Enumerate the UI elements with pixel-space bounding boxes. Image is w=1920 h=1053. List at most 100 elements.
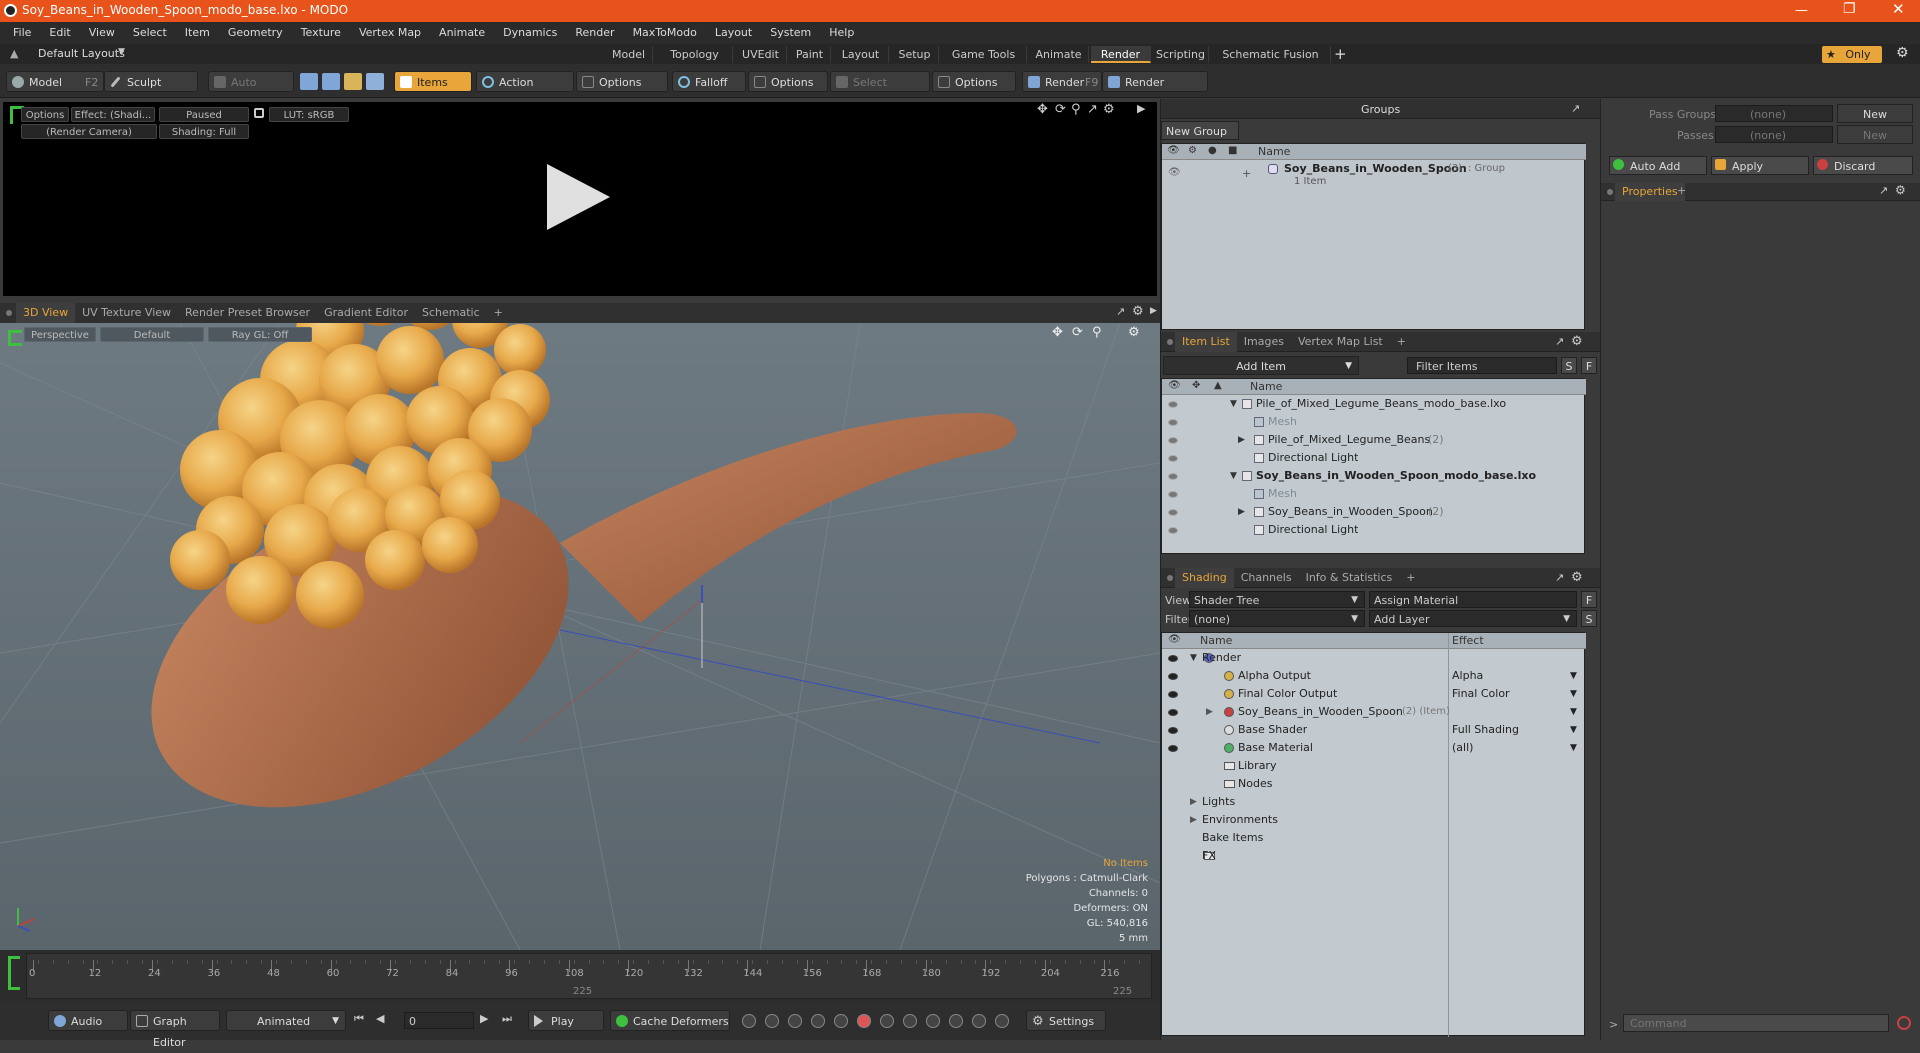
falloff-button[interactable]: Falloff (672, 71, 746, 92)
shader-effect[interactable]: Alpha (1452, 667, 1483, 685)
viewport-tab-3d-view[interactable]: 3D View (16, 303, 76, 323)
shader-tree-row[interactable]: ▶ Lights (1162, 793, 1586, 811)
item-list-tab-item-list[interactable]: Item List (1175, 332, 1237, 352)
play-button[interactable]: Play (528, 1010, 604, 1031)
shader-tree-row[interactable]: Base Shader Full Shading ▼ (1162, 721, 1586, 739)
shader-tree-row[interactable]: Bake Items (1162, 829, 1586, 847)
properties-gear-icon[interactable]: ⚙ (1895, 183, 1906, 197)
preview-lut-chip[interactable]: LUT: sRGB (269, 107, 349, 122)
audio-button[interactable]: Audio (48, 1010, 128, 1031)
shader-tree-row[interactable]: Nodes (1162, 775, 1586, 793)
item-visibility-eye-icon[interactable] (1168, 491, 1178, 498)
prev-marker-icon[interactable] (903, 1014, 917, 1028)
viewport-tab-gradient-editor[interactable]: Gradient Editor (317, 303, 415, 323)
perspective-chip[interactable]: Perspective (24, 327, 96, 342)
viewport-zoom-icon[interactable]: ⚲ (1092, 325, 1102, 340)
preview-rotate-icon[interactable]: ⟳ (1055, 102, 1066, 117)
key-icon[interactable] (834, 1014, 848, 1028)
item-list-tab-images[interactable]: Images (1237, 332, 1291, 352)
menu-item-file[interactable]: File (4, 22, 40, 44)
preview-settings-gear-icon[interactable]: ⚙ (1103, 102, 1115, 117)
shader-tree-row[interactable]: Library (1162, 757, 1586, 775)
menu-item-edit[interactable]: Edit (40, 22, 79, 44)
preview-camera-chip[interactable]: (Render Camera) (21, 124, 157, 139)
view-dropdown[interactable]: Shader Tree ▼ (1189, 591, 1365, 608)
items-mode-button[interactable]: Items (394, 71, 472, 92)
expand-arrow-icon[interactable]: ▼ (1230, 395, 1237, 413)
model-mode-button[interactable]: Model F2 (6, 71, 104, 92)
expand-arrow-icon[interactable]: ▶ (1206, 703, 1213, 721)
item-list-row[interactable]: ▶ Soy_Beans_in_Wooden_Spoon (2) (1162, 503, 1586, 521)
effect-dropdown-icon[interactable]: ▼ (1570, 739, 1577, 757)
layout-tab-model[interactable]: Model (605, 46, 653, 63)
next-frame-icon[interactable]: ▶ (480, 1012, 488, 1025)
key-filter-icon[interactable] (880, 1014, 894, 1028)
viewport-settings-gear-icon[interactable]: ⚙ (1132, 304, 1144, 319)
menu-item-view[interactable]: View (80, 22, 124, 44)
layout-tab-render[interactable]: Render (1091, 46, 1151, 63)
expand-arrow-icon[interactable]: ▶ (1190, 793, 1197, 811)
shader-tree-row[interactable]: FX (1162, 847, 1586, 865)
item-list-row[interactable]: Directional Light (1162, 449, 1586, 467)
new-pass-group-button[interactable]: New (1837, 104, 1913, 123)
command-clear-icon[interactable] (1897, 1016, 1911, 1030)
select-through-options-button[interactable]: Options (932, 71, 1016, 92)
auto-key-icon[interactable] (765, 1014, 779, 1028)
cache-deformers-button[interactable]: Cache Deformers (610, 1010, 730, 1031)
shader-visibility-eye-icon[interactable] (1168, 691, 1178, 698)
prev-frame-icon[interactable]: ◀ (376, 1012, 384, 1025)
layout-tab-layout[interactable]: Layout (833, 46, 889, 63)
item-list-row[interactable]: Directional Light (1162, 521, 1586, 539)
timeline[interactable]: 0 12 24 36 48 60 72 84 96 108 120 132 144 156 168 180 19… (0, 950, 1160, 1002)
item-list-row[interactable]: Mesh (1162, 413, 1586, 431)
filter-items-input[interactable]: Filter Items (1407, 357, 1557, 374)
preview-maximize-icon[interactable]: ↗ (1087, 102, 1098, 117)
minimize-icon[interactable]: — (1795, 3, 1808, 18)
add-layer-s-button[interactable]: S (1581, 610, 1597, 627)
vertices-mode-icon[interactable] (300, 73, 318, 90)
graph-editor-button[interactable]: Graph Editor (130, 1010, 220, 1049)
viewport-maximize-icon[interactable]: ↗ (1116, 305, 1125, 318)
add-layout-tab-icon[interactable]: + (1334, 45, 1347, 63)
filter-dropdown[interactable]: (none) ▼ (1189, 610, 1365, 627)
properties-tab[interactable]: Properties (1615, 183, 1685, 201)
item-list-row[interactable]: ▼ Soy_Beans_in_Wooden_Spoon_modo_base.lxo (1162, 467, 1586, 485)
shader-effect[interactable]: Full Shading (1452, 721, 1519, 739)
menu-item-select[interactable]: Select (124, 22, 176, 44)
viewport-move-icon[interactable]: ✥ (1052, 325, 1063, 340)
shader-tree-row[interactable]: ▼ Render (1162, 649, 1586, 667)
render-button[interactable]: Render F9 (1022, 71, 1102, 92)
expand-arrow-icon[interactable]: ▶ (1238, 503, 1245, 521)
item-visibility-eye-icon[interactable] (1168, 401, 1178, 408)
preview-options-chip[interactable]: Options (21, 107, 69, 122)
viewport-tab-schematic[interactable]: Schematic (415, 303, 487, 323)
raygl-chip[interactable]: Ray GL: Off (208, 327, 312, 342)
group-expand-icon[interactable]: + (1242, 167, 1251, 180)
settings-button[interactable]: ⚙ Settings (1026, 1010, 1106, 1031)
properties-maximize-icon[interactable]: ↗ (1879, 184, 1888, 197)
layout-tab-topology[interactable]: Topology (657, 46, 733, 63)
go-to-end-icon[interactable]: ⏭ (502, 1012, 512, 1026)
viewport-rotate-icon[interactable]: ⟳ (1072, 325, 1083, 340)
next-key-icon[interactable] (811, 1014, 825, 1028)
shader-tree-row[interactable]: ▶ Soy_Beans_in_Wooden_Spoon (2) (Item) ▼ (1162, 703, 1586, 721)
viewport-tab-render-preset-browser[interactable]: Render Preset Browser (178, 303, 317, 323)
viewport-3d[interactable]: Perspective Default Ray GL: Off ✥ ⟳ ⚲ ⚙ … (0, 323, 1160, 950)
item-list-row[interactable]: ▼ Pile_of_Mixed_Legume_Beans_modo_base.lx… (1162, 395, 1586, 413)
expand-arrow-icon[interactable]: ▶ (1190, 811, 1197, 829)
preview-move-icon[interactable]: ✥ (1037, 102, 1048, 117)
shader-visibility-eye-icon[interactable] (1168, 745, 1178, 752)
action-center-button[interactable]: Action Center (476, 71, 574, 110)
sculpt-mode-button[interactable]: Sculpt (104, 71, 198, 92)
group-visibility-eye-icon[interactable]: 👁 (1168, 167, 1181, 178)
only-toggle[interactable]: ★ Only (1822, 46, 1882, 63)
preview-zoom-icon[interactable]: ⚲ (1071, 102, 1081, 117)
mute-icon[interactable] (995, 1014, 1009, 1028)
loop-icon[interactable] (949, 1014, 963, 1028)
filter-s-button[interactable]: S (1561, 357, 1577, 374)
menu-item-animate[interactable]: Animate (430, 22, 494, 44)
menu-item-maxtomodo[interactable]: MaxToModo (624, 22, 706, 44)
assign-f-button[interactable]: F (1581, 591, 1597, 608)
lock-icon[interactable] (254, 108, 264, 118)
pass-groups-dropdown[interactable]: (none) (1715, 105, 1833, 122)
